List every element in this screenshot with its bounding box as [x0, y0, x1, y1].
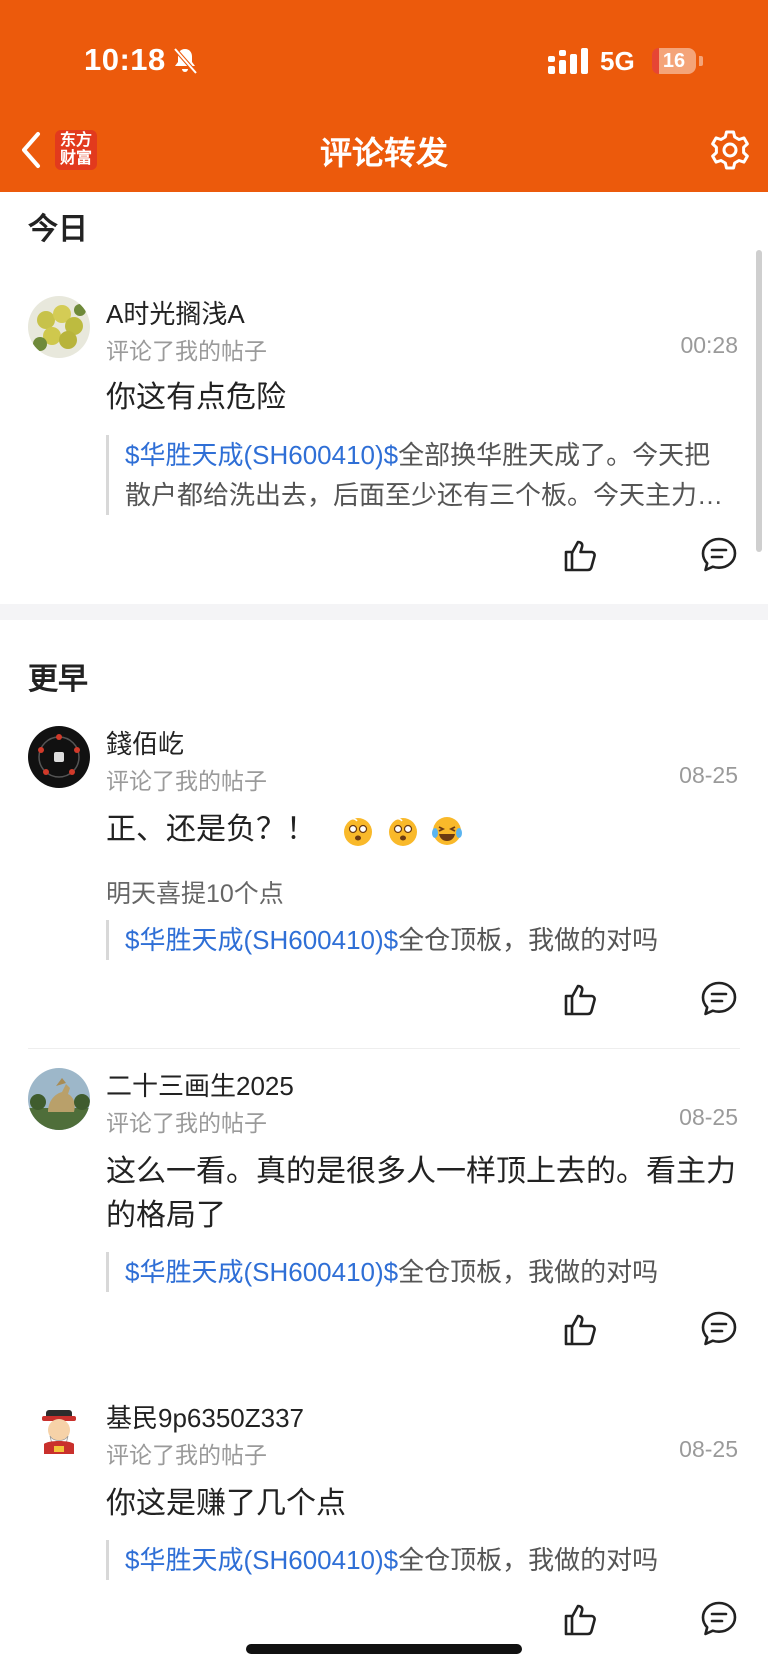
- stock-link[interactable]: $华胜天成(SH600410)$: [125, 925, 398, 955]
- quoted-post[interactable]: $华胜天成(SH600410)$全部换华胜天成了。今天把散户都给洗出去，后面至少…: [106, 435, 736, 515]
- app-header: 10:18 5G 16 东方 财富 评论转发: [0, 0, 768, 192]
- quote-text: 全仓顶板，我做的对吗: [398, 1257, 659, 1287]
- timestamp: 08-25: [679, 762, 738, 788]
- comment-icon[interactable]: [700, 980, 738, 1018]
- rooster-statue-avatar-icon[interactable]: [28, 1068, 90, 1130]
- comment-body: 正、还是负？！: [106, 813, 316, 846]
- comment-icon[interactable]: [700, 536, 738, 574]
- quoted-post[interactable]: $华胜天成(SH600410)$全仓顶板，我做的对吗: [106, 1252, 736, 1292]
- user-name[interactable]: 基民9p6350Z337: [106, 1398, 304, 1435]
- comment-icon[interactable]: [700, 1310, 738, 1348]
- battery-indicator: 16: [652, 48, 696, 74]
- dizzy-face-icon: [344, 818, 373, 847]
- timestamp: 08-25: [679, 1104, 738, 1130]
- network-label: 5G: [600, 46, 635, 76]
- dizzy-face-icon: [388, 818, 417, 847]
- stock-link[interactable]: $华胜天成(SH600410)$: [125, 1257, 398, 1287]
- page-title: 评论转发: [319, 135, 448, 171]
- action-text: 评论了我的帖子: [106, 1110, 267, 1136]
- scrollbar[interactable]: [756, 250, 762, 552]
- comment-text: 这么一看。真的是很多人一样顶上去的。看主力的格局了: [106, 1155, 736, 1232]
- fortune-god-avatar-icon[interactable]: [28, 1400, 90, 1462]
- action-text: 评论了我的帖子: [106, 338, 267, 364]
- home-indicator[interactable]: [246, 1644, 522, 1654]
- comment-text: 你这是赚了几个点: [106, 1487, 346, 1520]
- user-name[interactable]: 錢佰屹: [106, 724, 184, 761]
- thumbs-up-icon[interactable]: [562, 1600, 600, 1638]
- comment-subtext: 明天喜提10个点: [106, 880, 284, 908]
- signal-icon: [548, 48, 588, 74]
- laughing-tears-icon: [432, 817, 463, 846]
- thumbs-up-icon[interactable]: [562, 980, 600, 1018]
- timestamp: 00:28: [680, 332, 738, 358]
- thumbs-up-icon[interactable]: [562, 536, 600, 574]
- battery-level: 16: [662, 50, 686, 72]
- section-heading-earlier: 更早: [28, 663, 88, 696]
- settings-gear-icon[interactable]: [708, 128, 752, 172]
- item-divider: [28, 1048, 740, 1049]
- quote-text: 全仓顶板，我做的对吗: [398, 925, 659, 955]
- section-heading-today: 今日: [28, 213, 88, 246]
- user-name[interactable]: 二十三画生2025: [106, 1066, 294, 1103]
- oranges-avatar-icon[interactable]: [28, 296, 90, 358]
- stock-link[interactable]: $华胜天成(SH600410)$: [125, 440, 398, 470]
- quoted-post[interactable]: $华胜天成(SH600410)$全仓顶板，我做的对吗: [106, 920, 736, 960]
- section-separator: [0, 604, 768, 620]
- stock-link[interactable]: $华胜天成(SH600410)$: [125, 1545, 398, 1575]
- comment-text: 正、还是负？！: [106, 808, 736, 852]
- quote-text: 全仓顶板，我做的对吗: [398, 1545, 659, 1575]
- action-text: 评论了我的帖子: [106, 768, 267, 794]
- user-name[interactable]: A时光搁浅A: [106, 294, 245, 331]
- status-time: 10:18: [84, 42, 166, 77]
- battery-cap: [699, 56, 703, 66]
- timestamp: 08-25: [679, 1436, 738, 1462]
- dark-pattern-avatar-icon[interactable]: [28, 726, 90, 788]
- comment-icon[interactable]: [700, 1600, 738, 1638]
- mute-bell-icon: [173, 47, 198, 75]
- thumbs-up-icon[interactable]: [562, 1310, 600, 1348]
- quoted-post[interactable]: $华胜天成(SH600410)$全仓顶板，我做的对吗: [106, 1540, 736, 1580]
- comment-text: 你这有点危险: [106, 381, 286, 414]
- action-text: 评论了我的帖子: [106, 1442, 267, 1468]
